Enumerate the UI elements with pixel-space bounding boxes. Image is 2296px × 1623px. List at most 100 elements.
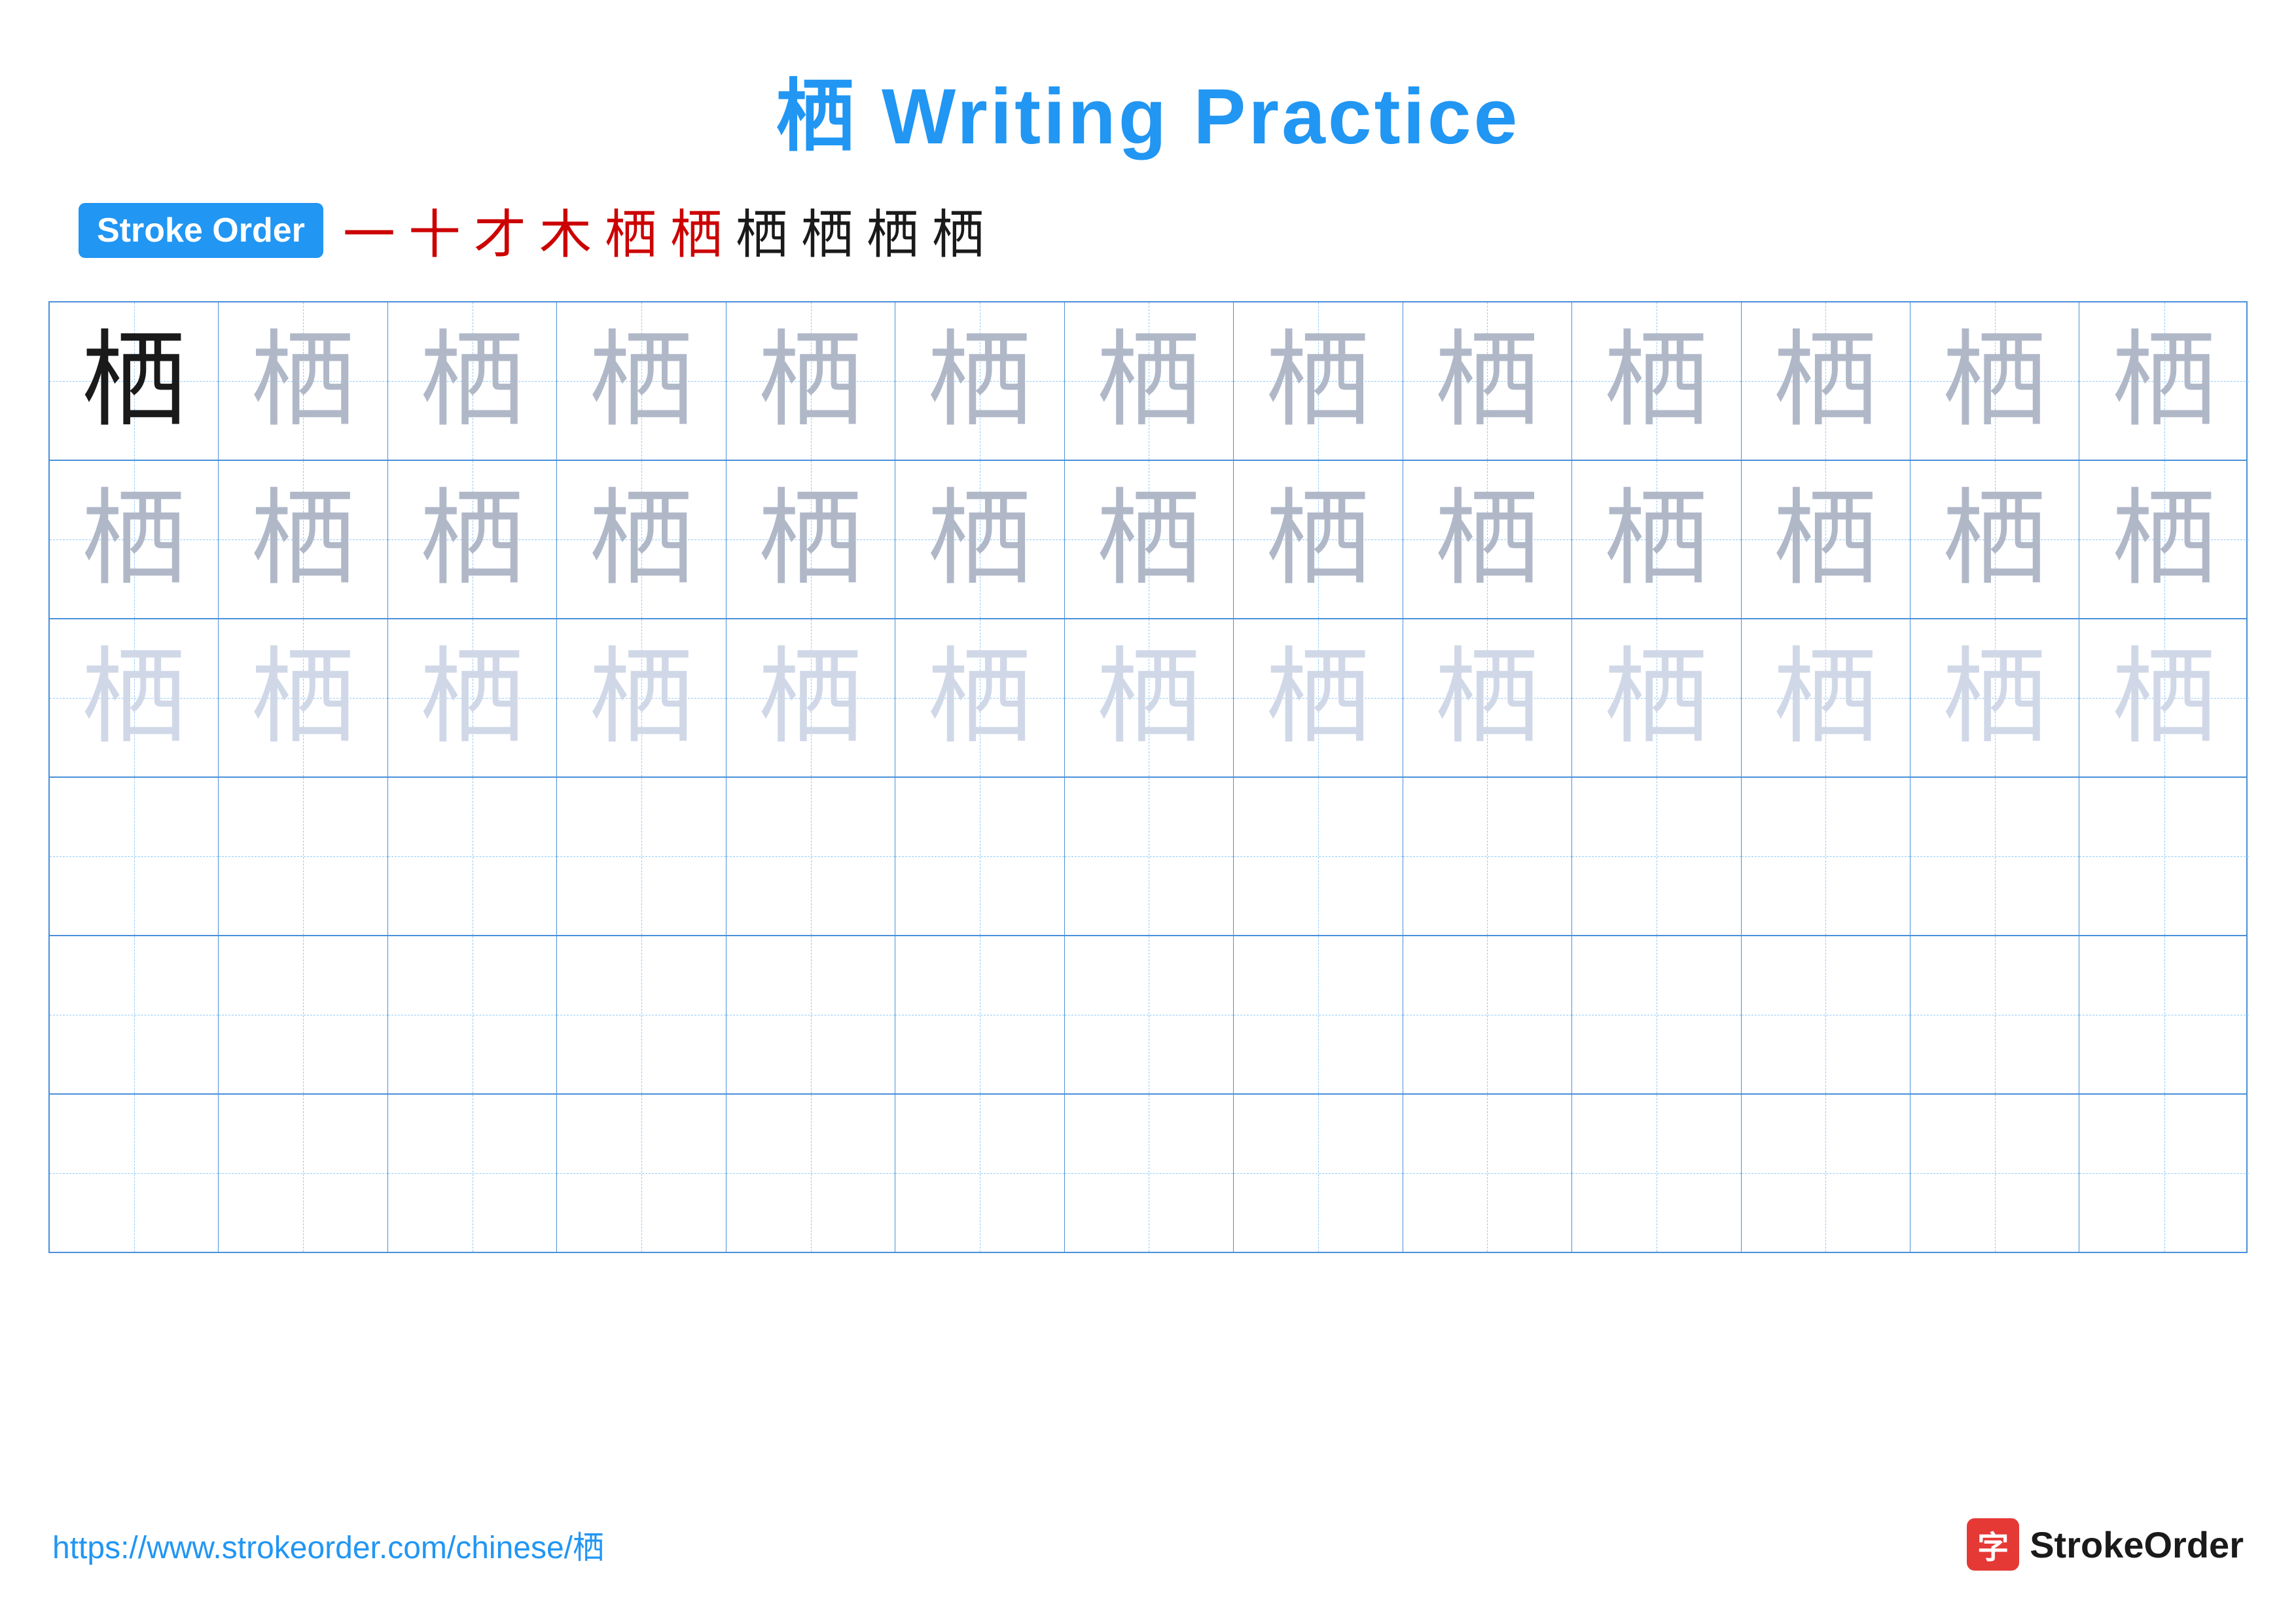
grid-cell-5-1 — [219, 1095, 387, 1252]
char-2-12: 栖 — [2112, 646, 2217, 750]
grid-cell-4-0 — [50, 936, 219, 1093]
char-1-0: 栖 — [82, 487, 187, 592]
grid-cell-0-4: 栖 — [726, 302, 895, 460]
grid-cell-3-10 — [1742, 778, 1910, 935]
grid-cell-2-0: 栖 — [50, 619, 219, 776]
stroke-step-8: 栖 — [867, 192, 919, 268]
char-2-9: 栖 — [1604, 646, 1709, 750]
stroke-step-6: 栖 — [736, 192, 788, 268]
char-0-1: 栖 — [251, 329, 355, 433]
char-1-11: 栖 — [1943, 487, 2047, 592]
char-1-8: 栖 — [1435, 487, 1539, 592]
grid-row-3 — [50, 778, 2246, 936]
grid-cell-0-10: 栖 — [1742, 302, 1910, 460]
grid-cell-1-10: 栖 — [1742, 461, 1910, 618]
grid-cell-3-12 — [2079, 778, 2248, 935]
grid-cell-2-2: 栖 — [388, 619, 557, 776]
grid-cell-2-5: 栖 — [895, 619, 1064, 776]
stroke-order-section: Stroke Order 一十才木栖栖栖栖栖栖 — [52, 192, 2244, 268]
stroke-step-0: 一 — [343, 192, 395, 268]
footer: https://www.strokeorder.com/chinese/栖 字 … — [52, 1518, 2244, 1571]
grid-cell-1-11: 栖 — [1910, 461, 2079, 618]
char-0-3: 栖 — [589, 329, 694, 433]
char-1-5: 栖 — [927, 487, 1032, 592]
grid-cell-4-9 — [1572, 936, 1741, 1093]
grid-cell-2-12: 栖 — [2079, 619, 2248, 776]
grid-cell-2-4: 栖 — [726, 619, 895, 776]
grid-cell-2-6: 栖 — [1065, 619, 1234, 776]
char-2-8: 栖 — [1435, 646, 1539, 750]
page-title: 栖 Writing Practice — [776, 52, 1520, 166]
grid-cell-3-8 — [1403, 778, 1572, 935]
grid-cell-1-12: 栖 — [2079, 461, 2248, 618]
grid-cell-2-8: 栖 — [1403, 619, 1572, 776]
stroke-step-5: 栖 — [670, 192, 723, 268]
grid-cell-4-8 — [1403, 936, 1572, 1093]
grid-cell-3-5 — [895, 778, 1064, 935]
grid-cell-4-4 — [726, 936, 895, 1093]
char-0-8: 栖 — [1435, 329, 1539, 433]
grid-row-0: 栖栖栖栖栖栖栖栖栖栖栖栖栖 — [50, 302, 2246, 461]
char-0-7: 栖 — [1266, 329, 1371, 433]
char-1-7: 栖 — [1266, 487, 1371, 592]
char-0-12: 栖 — [2112, 329, 2217, 433]
char-1-3: 栖 — [589, 487, 694, 592]
char-1-4: 栖 — [759, 487, 863, 592]
grid-cell-1-8: 栖 — [1403, 461, 1572, 618]
grid-cell-5-11 — [1910, 1095, 2079, 1252]
stroke-step-1: 十 — [408, 192, 461, 268]
grid-row-1: 栖栖栖栖栖栖栖栖栖栖栖栖栖 — [50, 461, 2246, 619]
grid-cell-1-0: 栖 — [50, 461, 219, 618]
char-2-2: 栖 — [420, 646, 525, 750]
grid-cell-1-1: 栖 — [219, 461, 387, 618]
stroke-step-2: 才 — [474, 192, 526, 268]
grid-cell-5-2 — [388, 1095, 557, 1252]
char-2-1: 栖 — [251, 646, 355, 750]
footer-logo-text: StrokeOrder — [2030, 1523, 2244, 1566]
char-1-6: 栖 — [1096, 487, 1201, 592]
char-1-1: 栖 — [251, 487, 355, 592]
char-0-9: 栖 — [1604, 329, 1709, 433]
grid-cell-0-3: 栖 — [557, 302, 726, 460]
grid-cell-0-1: 栖 — [219, 302, 387, 460]
grid-row-4 — [50, 936, 2246, 1095]
grid-cell-1-2: 栖 — [388, 461, 557, 618]
grid-cell-5-0 — [50, 1095, 219, 1252]
char-2-0: 栖 — [82, 646, 187, 750]
grid-cell-4-12 — [2079, 936, 2248, 1093]
grid-cell-0-2: 栖 — [388, 302, 557, 460]
footer-logo-icon: 字 — [1967, 1518, 2019, 1571]
char-1-10: 栖 — [1773, 487, 1878, 592]
grid-cell-2-10: 栖 — [1742, 619, 1910, 776]
grid-row-5 — [50, 1095, 2246, 1252]
grid-cell-4-7 — [1234, 936, 1403, 1093]
grid-cell-3-7 — [1234, 778, 1403, 935]
grid-cell-2-11: 栖 — [1910, 619, 2079, 776]
char-0-2: 栖 — [420, 329, 525, 433]
grid-cell-5-3 — [557, 1095, 726, 1252]
grid-cell-4-2 — [388, 936, 557, 1093]
grid-cell-4-6 — [1065, 936, 1234, 1093]
grid-cell-0-12: 栖 — [2079, 302, 2248, 460]
grid-cell-4-3 — [557, 936, 726, 1093]
char-2-5: 栖 — [927, 646, 1032, 750]
grid-cell-1-4: 栖 — [726, 461, 895, 618]
grid-cell-1-9: 栖 — [1572, 461, 1741, 618]
char-2-11: 栖 — [1943, 646, 2047, 750]
grid-cell-0-0: 栖 — [50, 302, 219, 460]
grid-cell-1-3: 栖 — [557, 461, 726, 618]
grid-cell-5-10 — [1742, 1095, 1910, 1252]
grid-cell-3-0 — [50, 778, 219, 935]
grid-cell-2-9: 栖 — [1572, 619, 1741, 776]
grid-cell-5-8 — [1403, 1095, 1572, 1252]
char-0-6: 栖 — [1096, 329, 1201, 433]
grid-cell-4-10 — [1742, 936, 1910, 1093]
grid-cell-4-5 — [895, 936, 1064, 1093]
grid-cell-5-4 — [726, 1095, 895, 1252]
char-2-10: 栖 — [1773, 646, 1878, 750]
grid-cell-5-6 — [1065, 1095, 1234, 1252]
stroke-step-9: 栖 — [932, 192, 984, 268]
page-container: 栖 Writing Practice Stroke Order 一十才木栖栖栖栖… — [0, 0, 2296, 1623]
grid-cell-1-7: 栖 — [1234, 461, 1403, 618]
grid-cell-3-4 — [726, 778, 895, 935]
